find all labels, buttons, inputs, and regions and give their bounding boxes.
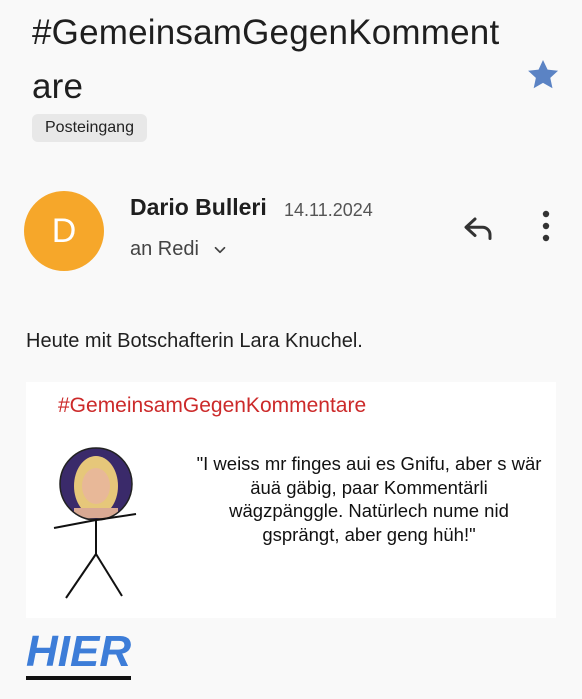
sender-avatar[interactable]: D	[24, 191, 104, 271]
email-subject: #GemeinsamGegenKommentare	[32, 13, 500, 106]
sender-name: Dario Bulleri	[130, 194, 267, 220]
sent-date: 14.11.2024	[284, 200, 373, 220]
reply-icon[interactable]	[460, 210, 496, 246]
image-title: #GemeinsamGegenKommentare	[58, 394, 367, 417]
email-body-text: Heute mit Botschafterin Lara Knuchel.	[26, 330, 363, 352]
recipient-toggle[interactable]: an Redi	[130, 238, 229, 261]
recipient-label: an Redi	[130, 238, 199, 260]
stick-figure-portrait	[53, 447, 137, 599]
hier-link[interactable]: HIER	[26, 628, 132, 680]
star-icon[interactable]	[524, 56, 562, 94]
image-quote: "I weiss mr finges aui es Gnifu, aber s …	[196, 453, 542, 545]
label-chip-posteingang[interactable]: Posteingang	[32, 114, 147, 142]
chevron-down-icon	[214, 246, 225, 253]
more-vert-icon[interactable]	[530, 206, 562, 246]
embedded-image: #GemeinsamGegenKommentare "I weiss mr fi…	[26, 382, 556, 618]
